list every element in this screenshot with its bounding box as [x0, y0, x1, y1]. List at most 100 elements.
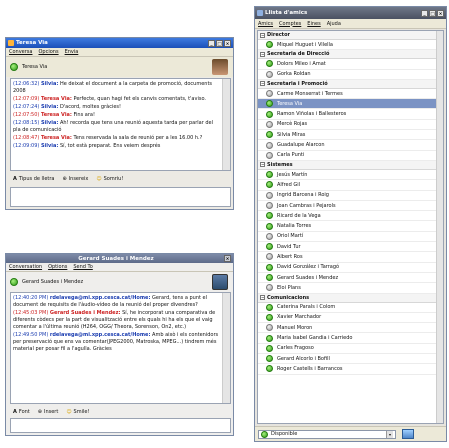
message-input[interactable] [10, 187, 231, 207]
buddy-item[interactable]: Xavier Marchador [258, 313, 443, 324]
maximize-button[interactable]: □ [216, 39, 223, 47]
insert-icon: ⊕ [62, 176, 67, 182]
menu-ajuda[interactable]: Ajuda [327, 21, 341, 27]
scrollbar[interactable] [436, 31, 443, 423]
titlebar[interactable]: Gerard Suades i Mendez × [6, 254, 233, 263]
format-toolbar: A Font ⊕ Insert ☺ Smile! [10, 407, 92, 417]
collapse-icon[interactable]: − [260, 51, 265, 57]
status-available-icon [266, 365, 273, 373]
buddy-item[interactable]: David González i Tarragó [258, 263, 443, 273]
status-offline-icon [266, 324, 273, 332]
buddy-item[interactable]: Teresa Via [258, 99, 443, 110]
close-button[interactable]: × [437, 9, 444, 17]
buddy-name: Carla Punti [277, 152, 305, 159]
buddy-item[interactable]: Gerard Alcorlo i Bofill [258, 354, 443, 365]
chat-message: (12:45:03 PM) Gerard Suades i Mendez: Sí… [13, 310, 220, 331]
scrollbar[interactable] [222, 293, 230, 403]
buddy-item[interactable]: Jesús Martín [258, 170, 443, 181]
collapse-icon[interactable]: − [260, 295, 265, 301]
buddy-item[interactable]: Guadalupe Alarcon [258, 140, 443, 151]
buddy-name: Alfred Gil [277, 181, 301, 188]
group-header[interactable]: − Secretaria i Promoció [258, 79, 443, 89]
smile-button[interactable]: ☺ Somriu! [96, 176, 123, 182]
scrollbar[interactable] [222, 79, 230, 170]
buddy-item[interactable]: Alfred Gil [258, 180, 443, 191]
buddy-item[interactable]: Joan Cambras i Pejarols [258, 201, 443, 212]
font-button[interactable]: A Font [13, 409, 30, 415]
buddy-item[interactable]: Oriol Martí [258, 232, 443, 243]
buddy-item[interactable]: Mercè Rojas [258, 120, 443, 131]
buddy-item[interactable]: Albert Ros [258, 252, 443, 263]
status-selector[interactable]: Disponible ▾ [258, 429, 396, 439]
menu-send-to[interactable]: Send To [73, 264, 92, 270]
collapse-icon[interactable]: − [260, 81, 265, 87]
titlebar[interactable]: Llista d'amics _ □ × [255, 7, 446, 19]
buddy-item[interactable]: Eloi Plans [258, 283, 443, 294]
smile-button[interactable]: ☺ Smile! [66, 409, 89, 415]
close-button[interactable]: × [224, 255, 231, 262]
group-header[interactable]: − Secretaria de Direcció [258, 50, 443, 60]
font-button[interactable]: A Tipus de lletra [13, 176, 54, 182]
menu-amics[interactable]: Amics [258, 21, 273, 27]
buddy-item[interactable]: Natalia Torres [258, 221, 443, 232]
contact-name: Gerard Suades i Mendez [22, 279, 84, 285]
buddy-item[interactable]: David Tur [258, 242, 443, 253]
buddy-item[interactable]: Carles Fragoso [258, 344, 443, 355]
buddy-item[interactable]: Gerard Suades i Mendez [258, 273, 443, 284]
insert-button[interactable]: ⊕ Insert [38, 409, 59, 415]
menu-options[interactable]: Options [48, 264, 67, 270]
buddy-item[interactable]: Miquel Huguet i Vilella [258, 40, 443, 51]
buddy-name: Albert Ros [277, 253, 303, 260]
status-label: Disponible [271, 431, 298, 437]
buddy-item[interactable]: Roger Castells i Barrancos [258, 364, 443, 375]
buddy-item[interactable]: Silvia Miras [258, 130, 443, 141]
minimize-button[interactable]: _ [208, 39, 215, 47]
minimize-button[interactable]: _ [421, 9, 428, 17]
menu-opcions[interactable]: Opcions [38, 49, 58, 55]
buddy-list[interactable]: − Director Miquel Huguet i Vilella − Secreta… [257, 30, 444, 424]
close-button[interactable]: × [224, 39, 231, 47]
conversation-log[interactable]: (12:40:20 PM) rdelavega@mi.xpp.cesca.cat… [10, 292, 231, 404]
message-text: Perfecte, quan hagi fet els canvis comen… [73, 96, 207, 102]
app-icon [8, 40, 14, 46]
chat-message: (12:06:32) Silvia: He deixat el document… [13, 81, 220, 95]
buddy-item[interactable]: Caterina Parals i Colom [258, 303, 443, 313]
buddy-item[interactable]: Dolors Mileo i Amat [258, 59, 443, 70]
buddy-name: Miquel Huguet i Vilella [277, 41, 333, 48]
preferences-icon[interactable] [402, 429, 414, 439]
buddy-item[interactable]: Ricard de la Vega [258, 211, 443, 222]
buddy-item[interactable]: Manuel Moron [258, 323, 443, 334]
maximize-button[interactable]: □ [429, 9, 436, 17]
collapse-icon[interactable]: − [260, 32, 265, 38]
buddy-item[interactable]: Ingrid Barcena i Roig [258, 191, 443, 201]
buddy-name: Silvia Miras [277, 131, 306, 138]
buddy-item[interactable]: Carme Monserrat i Termes [258, 89, 443, 100]
buddy-item[interactable]: Ramon Viñolas i Ballesteros [258, 109, 443, 120]
status-available-icon [266, 100, 273, 108]
smiley-icon: ☺ [96, 176, 102, 182]
buddy-name: Roger Castells i Barrancos [277, 365, 343, 372]
menu-eines[interactable]: Eines [307, 21, 320, 27]
group-header[interactable]: − Comunicacions [258, 293, 443, 303]
buddy-item[interactable]: Maria Isabel Gandia i Carriedo [258, 333, 443, 344]
chat-message: (12:07:09) Teresa Via: Perfecte, quan ha… [13, 96, 220, 103]
status-available-icon [266, 313, 273, 321]
insert-button[interactable]: ⊕ Insereix [62, 176, 88, 182]
group-header[interactable]: − Sistemes [258, 160, 443, 170]
smiley-icon: ☺ [66, 409, 72, 415]
collapse-icon[interactable]: − [260, 162, 265, 168]
buddy-item[interactable]: Gorka Roldan [258, 70, 443, 80]
group-header[interactable]: − Director [258, 31, 443, 40]
chat-message: (12:40:20 PM) rdelavega@mi.xpp.cesca.cat… [13, 295, 220, 309]
conversation-log[interactable]: (12:06:32) Silvia: He deixat el document… [10, 78, 231, 171]
menu-conversation[interactable]: Conversation [9, 264, 42, 270]
status-available-icon [266, 110, 273, 118]
status-available-icon [266, 334, 273, 342]
buddy-item[interactable]: Carla Punti [258, 151, 443, 161]
message-input[interactable] [10, 418, 231, 433]
menu-conversa[interactable]: Conversa [9, 49, 32, 55]
menu-comptes[interactable]: Comptes [279, 21, 301, 27]
titlebar[interactable]: Teresa Via _ □ × [6, 38, 233, 48]
buddy-name: Gorka Roldan [277, 71, 311, 78]
menu-envia[interactable]: Envia [65, 49, 79, 55]
